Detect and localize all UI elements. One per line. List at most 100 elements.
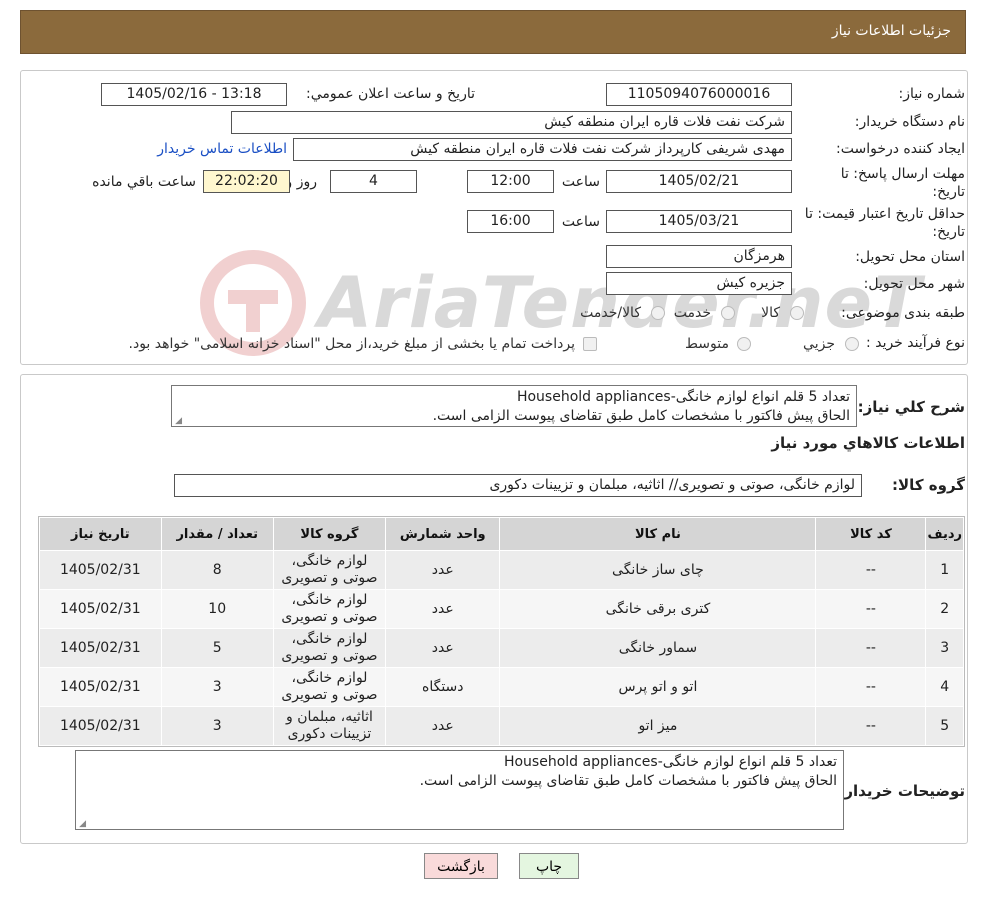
summary-textarea[interactable]: تعداد 5 قلم انواع لوازم خانگی-Household … bbox=[171, 385, 857, 427]
category-radio-goods[interactable] bbox=[790, 306, 804, 320]
need-number-field: 1105094076000016 bbox=[606, 83, 792, 106]
summary-line-1: تعداد 5 قلم انواع لوازم خانگی-Household … bbox=[516, 389, 850, 405]
cell-row-number: 1 bbox=[925, 550, 964, 590]
col-header-item-name: نام کالا bbox=[499, 517, 817, 551]
reply-deadline-label: مهلت ارسال پاسخ: تا bbox=[840, 166, 965, 182]
goods-info-title: اطلاعات کالاهاي مورد نیاز bbox=[771, 434, 965, 452]
price-validity-label: حداقل تاریخ اعتبار قیمت: تا bbox=[804, 206, 965, 222]
category-option-goods-service: کالا/خدمت bbox=[580, 305, 641, 321]
category-radio-service[interactable] bbox=[721, 306, 735, 320]
cell-item-code: -- bbox=[815, 667, 927, 707]
resize-grip-icon[interactable]: ◢ bbox=[174, 417, 182, 426]
province-label: استان محل تحویل: bbox=[855, 249, 965, 265]
reply-time-label: ساعت bbox=[561, 174, 600, 190]
cell-quantity: 3 bbox=[160, 667, 274, 707]
resize-grip-icon[interactable]: ◢ bbox=[78, 820, 86, 829]
need-number-label: شماره نیاز: bbox=[898, 86, 966, 102]
table-header-row: ردیف کد کالا نام کالا واحد شمارش گروه کا… bbox=[39, 517, 964, 551]
creator-field: مهدی شریفی کارپرداز شرکت نفت فلات قاره ا… bbox=[293, 138, 792, 161]
page-header: جزئیات اطلاعات نیاز bbox=[20, 10, 966, 54]
buyer-notes-line-2: الحاق پیش فاکتور با مشخصات کامل طبق تقاض… bbox=[419, 773, 837, 789]
cell-item-group: اثاثیه، مبلمان و تزیینات دکوری bbox=[272, 706, 387, 746]
cell-item-name: اتو و اتو پرس bbox=[499, 667, 817, 707]
summary-label: شرح کلي نیاز: bbox=[857, 398, 965, 416]
cell-item-group-line-1: لوازم خانگی، bbox=[291, 553, 368, 569]
process-radio-minor[interactable] bbox=[845, 337, 859, 351]
cell-item-name: چای ساز خانگی bbox=[499, 550, 817, 590]
table-row: 1 -- چای ساز خانگی عدد لوازم خانگی، صوتی … bbox=[39, 550, 964, 590]
category-radio-goods-service[interactable] bbox=[651, 306, 665, 320]
cell-quantity: 3 bbox=[160, 706, 274, 746]
price-validity-label-2: تاریخ: bbox=[932, 224, 965, 240]
summary-line-2: الحاق پیش فاکتور با مشخصات کامل طبق تقاض… bbox=[432, 408, 850, 424]
cell-need-date: 1405/02/31 bbox=[39, 628, 162, 668]
cell-item-name: سماور خانگی bbox=[499, 628, 817, 668]
remaining-time-field: 22:02:20 bbox=[203, 170, 290, 193]
process-type-label: نوع فرآیند خرید : bbox=[866, 335, 965, 351]
buyer-notes-label: توضیحات خریدار: bbox=[838, 782, 965, 800]
cell-unit: عدد bbox=[385, 589, 501, 629]
process-checkbox-treasury[interactable] bbox=[583, 337, 597, 351]
category-label: طبقه بندی موضوعی: bbox=[841, 305, 965, 321]
print-button[interactable]: چاپ bbox=[519, 853, 579, 879]
cell-item-group-line-2: صوتی و تصویری bbox=[281, 570, 378, 586]
buyer-contact-link[interactable]: اطلاعات تماس خریدار bbox=[157, 141, 287, 157]
cell-item-group-line-1: اثاثیه، مبلمان و bbox=[286, 709, 373, 725]
cell-need-date: 1405/02/31 bbox=[39, 667, 162, 707]
cell-item-name: کتری برقی خانگی bbox=[499, 589, 817, 629]
cell-need-date: 1405/02/31 bbox=[39, 706, 162, 746]
col-header-unit: واحد شمارش bbox=[385, 517, 501, 551]
cell-need-date: 1405/02/31 bbox=[39, 589, 162, 629]
cell-item-code: -- bbox=[815, 550, 927, 590]
cell-item-group: لوازم خانگی، صوتی و تصویری bbox=[272, 550, 387, 590]
process-option-medium: متوسط bbox=[685, 336, 729, 352]
cell-item-code: -- bbox=[815, 706, 927, 746]
province-field: هرمزگان bbox=[606, 245, 792, 268]
col-header-quantity: تعداد / مقدار bbox=[160, 517, 274, 551]
back-button[interactable]: بازگشت bbox=[424, 853, 498, 879]
city-field: جزیره کیش bbox=[606, 272, 792, 295]
cell-item-group: لوازم خانگی، صوتی و تصویری bbox=[272, 589, 387, 629]
cell-row-number: 5 bbox=[925, 706, 964, 746]
col-header-row-number: ردیف bbox=[925, 517, 964, 551]
process-option-minor: جزیي bbox=[803, 336, 835, 352]
price-validity-time-label: ساعت bbox=[561, 214, 600, 230]
category-option-goods: کالا bbox=[761, 305, 780, 321]
category-option-service: خدمت bbox=[673, 305, 711, 321]
cell-item-group-line-1: لوازم خانگی، bbox=[291, 631, 368, 647]
announce-field: 1405/02/16 - 13:18 bbox=[101, 83, 287, 106]
remaining-time-label: ساعت باقي مانده bbox=[92, 174, 196, 190]
cell-quantity: 8 bbox=[160, 550, 274, 590]
cell-item-code: -- bbox=[815, 589, 927, 629]
items-table: ردیف کد کالا نام کالا واحد شمارش گروه کا… bbox=[39, 517, 964, 746]
price-validity-time-field: 16:00 bbox=[467, 210, 554, 233]
cell-row-number: 3 bbox=[925, 628, 964, 668]
table-row: 2 -- کتری برقی خانگی عدد لوازم خانگی، صوت… bbox=[39, 589, 964, 629]
goods-group-field: لوازم خانگی، صوتی و تصویری// اثاثیه، مبل… bbox=[174, 474, 862, 497]
creator-label: ایجاد کننده درخواست: bbox=[836, 141, 965, 157]
col-header-item-group: گروه کالا bbox=[272, 517, 387, 551]
cell-item-group-line-2: صوتی و تصویری bbox=[281, 648, 378, 664]
page-title: جزئیات اطلاعات نیاز bbox=[831, 23, 951, 39]
cell-item-group: لوازم خانگی، صوتی و تصویری bbox=[272, 628, 387, 668]
cell-item-group-line-2: تزیینات دکوری bbox=[287, 726, 372, 742]
cell-quantity: 10 bbox=[160, 589, 274, 629]
table-row: 4 -- اتو و اتو پرس دستگاه لوازم خانگی، صو… bbox=[39, 667, 964, 707]
process-radio-medium[interactable] bbox=[737, 337, 751, 351]
cell-quantity: 5 bbox=[160, 628, 274, 668]
cell-item-group-line-1: لوازم خانگی، bbox=[291, 670, 368, 686]
reply-date-field: 1405/02/21 bbox=[606, 170, 792, 193]
reply-time-field: 12:00 bbox=[467, 170, 554, 193]
price-validity-date-field: 1405/03/21 bbox=[606, 210, 792, 233]
cell-unit: دستگاه bbox=[385, 667, 501, 707]
cell-item-group: لوازم خانگی، صوتی و تصویری bbox=[272, 667, 387, 707]
days-field: 4 bbox=[330, 170, 417, 193]
table-row: 3 -- سماور خانگی عدد لوازم خانگی، صوتی و … bbox=[39, 628, 964, 668]
cell-item-name: میز اتو bbox=[499, 706, 817, 746]
goods-group-label: گروه کالا: bbox=[892, 476, 965, 494]
city-label: شهر محل تحویل: bbox=[863, 276, 965, 292]
buyer-notes-line-1: تعداد 5 قلم انواع لوازم خانگی-Household … bbox=[503, 754, 837, 770]
buyer-notes-textarea[interactable]: تعداد 5 قلم انواع لوازم خانگی-Household … bbox=[75, 750, 844, 830]
cell-row-number: 2 bbox=[925, 589, 964, 629]
cell-item-code: -- bbox=[815, 628, 927, 668]
